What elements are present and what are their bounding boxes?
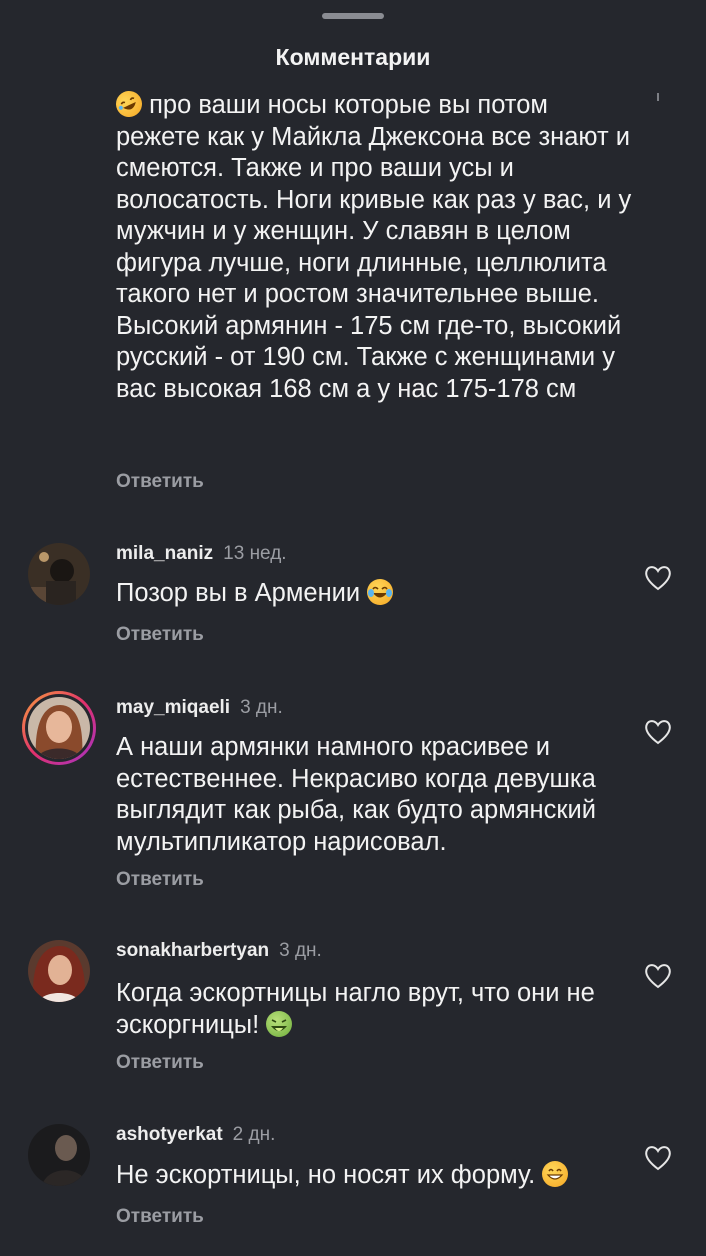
- comment-text: А наши армянки намного красивее и естест…: [116, 733, 597, 856]
- comment-meta: may_miqaeli 3 дн.: [116, 697, 283, 719]
- avatar[interactable]: [28, 543, 90, 605]
- rolling-on-floor-laughing-emoji: [111, 86, 147, 122]
- avatar[interactable]: [22, 691, 96, 765]
- comment-time: 2 дн.: [232, 1124, 276, 1145]
- sheet-title: Комментарии: [275, 44, 431, 70]
- comment-username[interactable]: mila_naniz: [116, 543, 213, 564]
- tears-of-joy-emoji: [367, 579, 394, 605]
- comment-time: 3 дн.: [240, 697, 283, 718]
- drag-handle[interactable]: [322, 13, 384, 19]
- heart-icon[interactable]: [643, 1144, 673, 1172]
- heart-icon[interactable]: [643, 564, 673, 592]
- comment-username[interactable]: sonakharbertyan: [116, 940, 269, 961]
- comment-text: Когда эскортницы нагло врут, что они не …: [116, 979, 595, 1039]
- reply-button[interactable]: Ответить: [116, 471, 204, 493]
- comment-time: 3 дн.: [279, 940, 322, 961]
- comment-username[interactable]: may_miqaeli: [116, 697, 230, 718]
- avatar[interactable]: [28, 940, 90, 1002]
- heart-icon[interactable]: [643, 962, 673, 990]
- comment-username[interactable]: ashotyerkat: [116, 1124, 223, 1145]
- reply-button[interactable]: Ответить: [116, 1206, 204, 1228]
- comment-text: Не эскортницы, но носят их форму.: [116, 1160, 636, 1192]
- reply-button[interactable]: Ответить: [116, 624, 204, 646]
- comment-time: 13 нед.: [223, 543, 287, 564]
- grinning-face-emoji: [542, 1161, 569, 1187]
- comment-text: про ваши носы которые вы потом режете ка…: [111, 86, 636, 405]
- scroll-indicator: [657, 93, 659, 101]
- heart-icon[interactable]: [643, 718, 673, 746]
- comment-meta: ashotyerkat 2 дн.: [116, 1124, 275, 1146]
- avatar[interactable]: [28, 1124, 90, 1186]
- reply-button[interactable]: Ответить: [116, 869, 204, 891]
- comment-meta: sonakharbertyan 3 дн.: [116, 940, 322, 962]
- reply-button[interactable]: Ответить: [116, 1052, 204, 1074]
- comment-text: Позор вы в Армении: [116, 578, 636, 610]
- nauseated-face-emoji: [266, 1010, 293, 1037]
- comment-meta: mila_naniz 13 нед.: [116, 543, 287, 565]
